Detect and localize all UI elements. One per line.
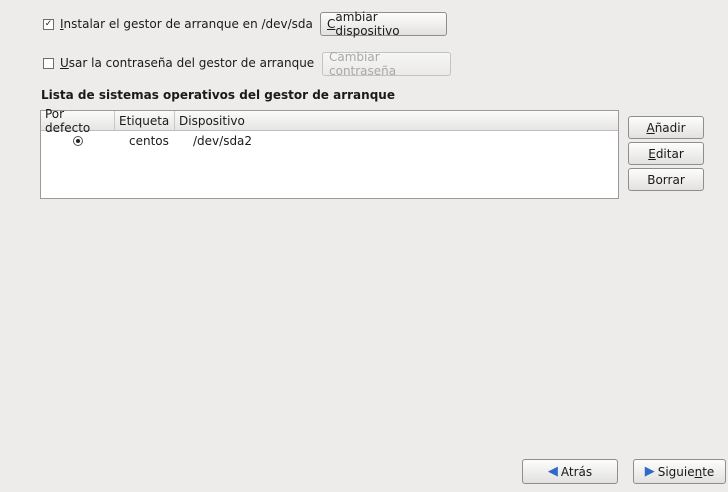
device-cell: /dev/sda2: [193, 134, 253, 148]
edit-button[interactable]: Editar: [628, 142, 704, 165]
os-list-header: Por defecto Etiqueta Dispositivo: [41, 107, 618, 135]
add-button[interactable]: Añadir: [628, 116, 704, 139]
column-header-device[interactable]: Dispositivo: [175, 111, 618, 130]
use-password-checkbox[interactable]: [43, 57, 54, 69]
back-button[interactable]: ◀ Atrás: [522, 459, 618, 484]
default-cell[interactable]: [41, 136, 115, 146]
use-password-label: Usar la contraseña del gestor de arranqu…: [60, 56, 315, 70]
install-bootloader-option[interactable]: ✓ Instalar el gestor de arranque en /dev…: [43, 14, 313, 34]
os-list-title: Lista de sistemas operativos del gestor …: [41, 88, 395, 102]
bootloader-config-page: ✓ Instalar el gestor de arranque en /dev…: [0, 0, 728, 492]
column-header-label[interactable]: Etiqueta: [115, 111, 175, 130]
change-password-button[interactable]: Cambiar contraseña: [322, 50, 451, 78]
next-button[interactable]: ▶ Siguie n te: [633, 459, 726, 484]
list-item[interactable]: centos /dev/sda2: [41, 131, 618, 151]
column-header-default[interactable]: Por defecto: [41, 107, 115, 135]
label-cell: centos: [129, 134, 169, 148]
os-list[interactable]: Por defecto Etiqueta Dispositivo centos …: [40, 107, 619, 199]
delete-button[interactable]: Borrar: [628, 168, 704, 191]
arrow-left-icon: ◀: [547, 464, 558, 479]
arrow-right-icon: ▶: [644, 464, 655, 479]
use-password-option[interactable]: Usar la contraseña del gestor de arranqu…: [43, 53, 314, 73]
install-bootloader-label: Instalar el gestor de arranque en /dev/s…: [60, 17, 313, 31]
change-device-button[interactable]: Cambiar dispositivo: [320, 10, 447, 38]
install-bootloader-checkbox[interactable]: ✓: [43, 18, 54, 30]
default-radio[interactable]: [73, 136, 83, 146]
